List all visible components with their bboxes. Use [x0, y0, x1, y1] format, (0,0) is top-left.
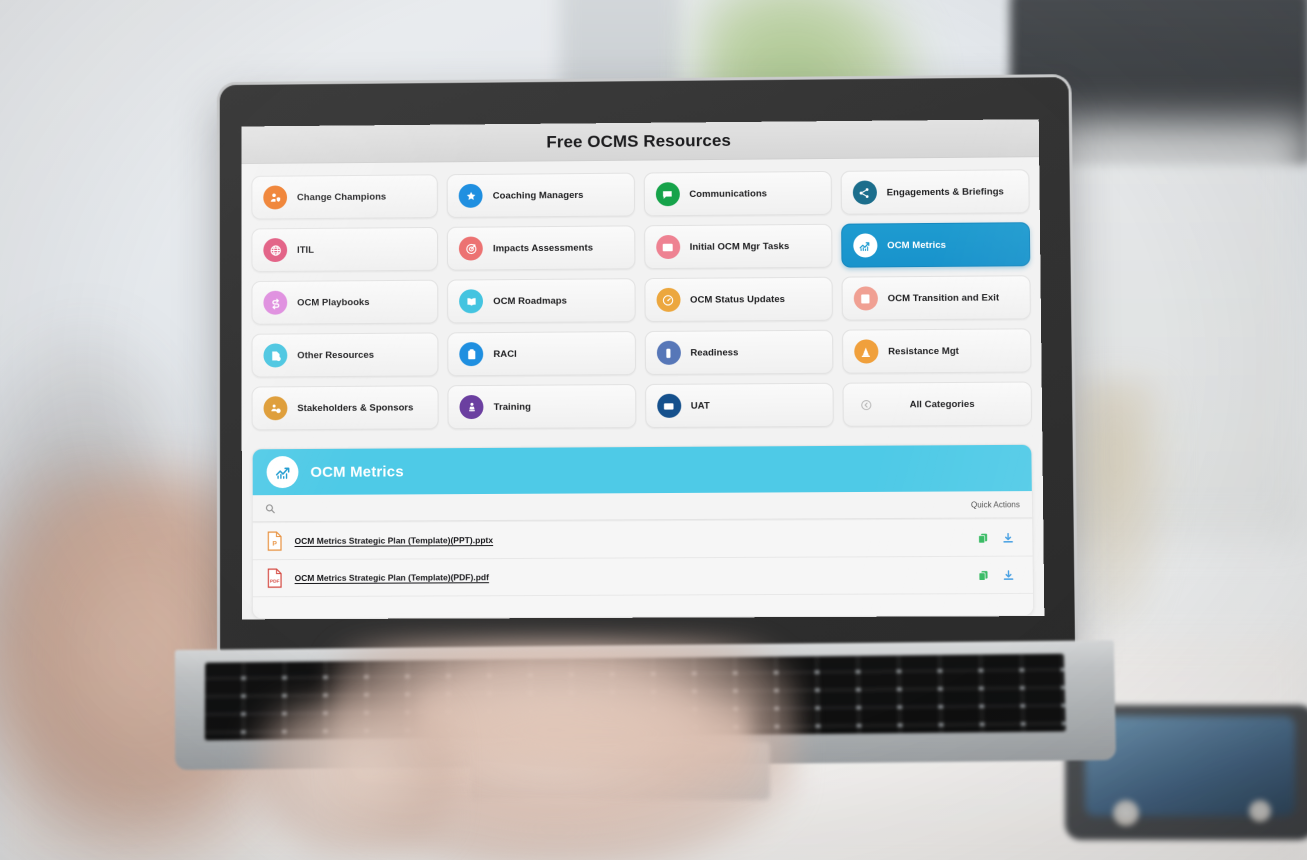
category-label: All Categories	[909, 398, 975, 410]
traffic-cone-icon	[853, 339, 879, 364]
category-label: Engagements & Briefings	[886, 185, 1004, 198]
category-grid: Change Champions Coaching Managers Communi…	[251, 169, 1033, 431]
user-left-hand	[250, 700, 450, 860]
pdf-file-icon: PDF	[265, 567, 285, 589]
category-item-training[interactable]: Training	[447, 384, 636, 430]
file-row[interactable]: P OCM Metrics Strategic Plan (Template)(P…	[252, 518, 1033, 561]
panel-toolbar: Quick Actions	[252, 491, 1033, 523]
target-arrow-icon	[459, 236, 484, 261]
document-lines-icon	[853, 286, 878, 311]
battery-icon	[656, 340, 681, 365]
category-label: RACI	[493, 348, 517, 360]
category-label: UAT	[690, 400, 710, 412]
people-gear-icon	[263, 396, 288, 421]
category-item-ocm-playbooks[interactable]: OCM Playbooks	[251, 279, 439, 325]
category-item-raci[interactable]: RACI	[447, 331, 636, 377]
category-label: ITIL	[297, 244, 315, 256]
star-badge-icon	[458, 183, 483, 208]
laptop: Free OCMS Resources Change Champions Coac…	[0, 0, 1307, 860]
category-item-ocm-status-updates[interactable]: OCM Status Updates	[643, 276, 833, 323]
category-label: Resistance Mgt	[888, 345, 959, 357]
page-title: Free OCMS Resources	[546, 130, 732, 152]
file-list: P OCM Metrics Strategic Plan (Template)(P…	[252, 518, 1033, 598]
category-label: OCM Metrics	[887, 239, 947, 251]
category-label: OCM Transition and Exit	[887, 291, 1000, 304]
category-label: Readiness	[690, 346, 739, 359]
file-actions	[977, 568, 1021, 581]
categories-section: Change Champions Coaching Managers Communi…	[241, 157, 1042, 440]
file-name-link[interactable]: OCM Metrics Strategic Plan (Template)(PP…	[295, 533, 967, 546]
category-item-readiness[interactable]: Readiness	[644, 329, 834, 375]
file-row[interactable]: PDF OCM Metrics Strategic Plan (Template)…	[252, 556, 1033, 598]
category-item-all-categories[interactable]: All Categories	[842, 381, 1033, 427]
network-share-icon	[852, 180, 877, 205]
category-label: Other Resources	[297, 349, 375, 361]
file-list-padding	[252, 593, 1034, 620]
person-podium-icon	[459, 394, 484, 420]
resource-panel: OCM Metrics Quick Actions POCM Metrics	[251, 443, 1035, 620]
panel-header: OCM Metrics	[252, 444, 1032, 496]
file-actions	[977, 531, 1021, 544]
file-name-link[interactable]: OCM Metrics Strategic Plan (Template)(PD…	[295, 570, 968, 583]
chat-bubble-icon	[655, 182, 680, 207]
gauge-icon	[655, 287, 681, 312]
category-item-resistance-mgt[interactable]: Resistance Mgt	[841, 328, 1032, 374]
download-icon[interactable]	[1002, 531, 1014, 544]
category-item-initial-ocm-mgr-tasks[interactable]: Initial OCM Mgr Tasks	[643, 223, 833, 270]
category-item-ocm-metrics[interactable]: OCM Metrics	[840, 222, 1031, 268]
category-item-other-resources[interactable]: Other Resources	[251, 332, 439, 378]
svg-text:PDF: PDF	[270, 579, 280, 585]
panel-title: OCM Metrics	[310, 462, 404, 481]
download-icon[interactable]	[1002, 568, 1014, 581]
svg-text:P: P	[272, 541, 277, 548]
user-shield-icon	[263, 185, 288, 210]
category-item-change-champions[interactable]: Change Champions	[251, 174, 439, 220]
category-item-communications[interactable]: Communications	[643, 170, 832, 217]
category-label: Stakeholders & Sponsors	[297, 401, 414, 414]
copy-link-icon[interactable]	[977, 568, 989, 581]
search-input[interactable]	[280, 502, 480, 514]
search-box[interactable]	[265, 499, 971, 514]
category-label: Coaching Managers	[492, 189, 584, 202]
category-item-ocm-transition-and-exit[interactable]: OCM Transition and Exit	[841, 275, 1031, 321]
photo-scene: Free OCMS Resources Change Champions Coac…	[0, 0, 1307, 860]
category-item-engagements-briefings[interactable]: Engagements & Briefings	[840, 169, 1030, 215]
chart-growth-icon	[852, 233, 878, 258]
keyboard-grid-icon	[656, 393, 681, 418]
category-label: Communications	[689, 187, 768, 200]
category-label: OCM Roadmaps	[493, 295, 567, 307]
user-right-hand-fingers	[420, 672, 750, 792]
globe-grid-icon	[263, 238, 288, 263]
category-label: Initial OCM Mgr Tasks	[689, 240, 790, 253]
category-label: Impacts Assessments	[492, 242, 594, 254]
category-label: OCM Playbooks	[297, 296, 370, 309]
laptop-screen: Free OCMS Resources Change Champions Coac…	[241, 119, 1045, 620]
clipboard-icon	[459, 342, 484, 367]
category-item-itil[interactable]: ITIL	[251, 226, 439, 273]
copy-link-icon[interactable]	[977, 531, 989, 544]
application-window: Free OCMS Resources Change Champions Coac…	[241, 119, 1045, 620]
file-info-icon	[263, 343, 288, 368]
category-item-stakeholders-sponsors[interactable]: Stakeholders & Sponsors	[251, 385, 439, 431]
category-item-coaching-managers[interactable]: Coaching Managers	[446, 172, 635, 218]
search-icon	[265, 503, 276, 514]
category-label: Change Champions	[296, 191, 387, 203]
category-item-ocm-roadmaps[interactable]: OCM Roadmaps	[447, 278, 636, 324]
category-item-impacts-assessments[interactable]: Impacts Assessments	[447, 225, 635, 271]
chart-growth-icon	[266, 456, 299, 489]
id-card-icon	[655, 234, 680, 260]
quick-actions-label: Quick Actions	[970, 499, 1020, 510]
category-label: OCM Status Updates	[690, 293, 786, 306]
pptx-file-icon: P	[265, 530, 285, 552]
open-book-icon	[459, 289, 484, 314]
category-item-uat[interactable]: UAT	[644, 382, 834, 428]
swap-arrows-icon	[263, 290, 288, 315]
category-label: Training	[493, 401, 531, 413]
